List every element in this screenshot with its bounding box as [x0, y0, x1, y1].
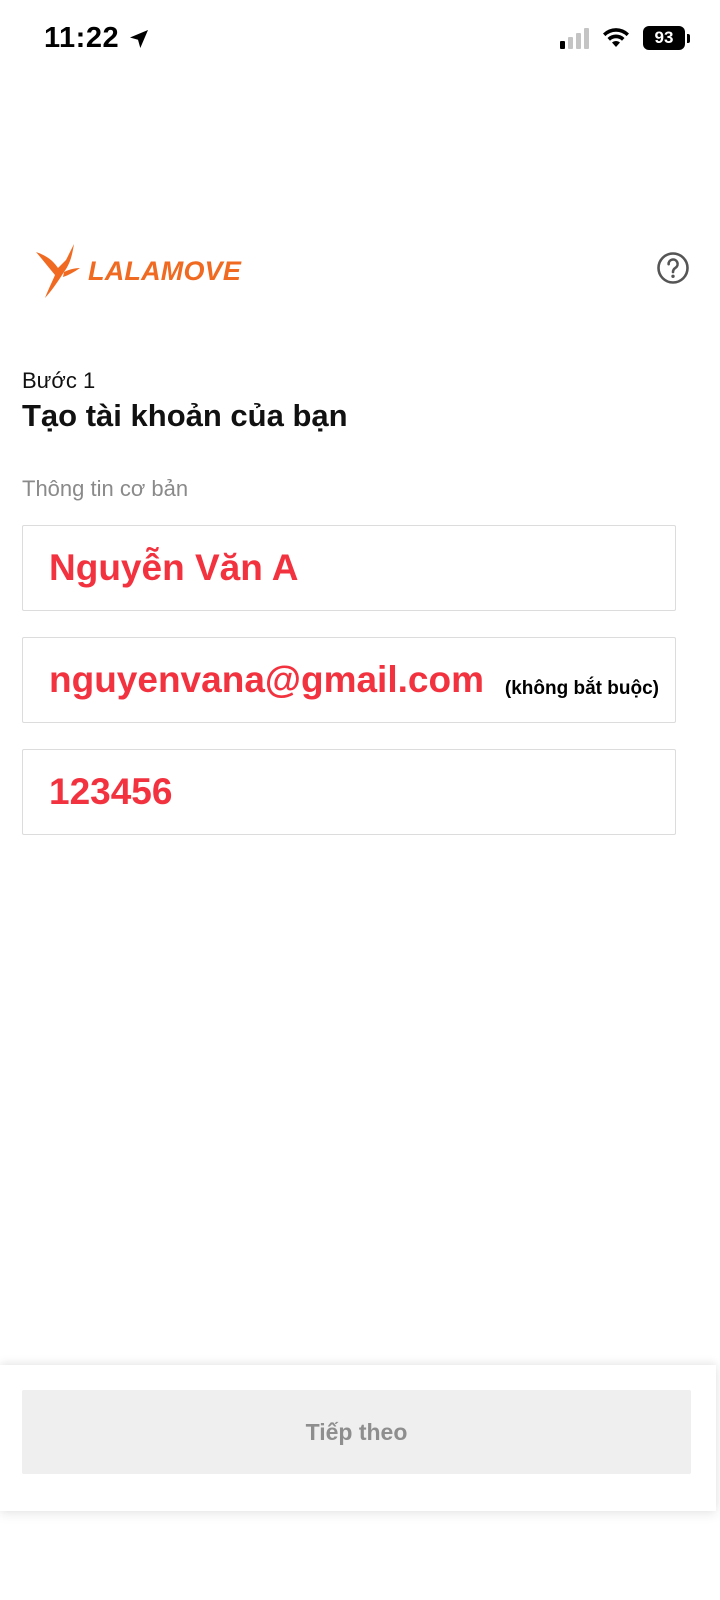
- name-field[interactable]: Nguyễn Văn A: [22, 525, 676, 611]
- page-title: Tạo tài khoản của bạn: [22, 398, 348, 433]
- section-label: Thông tin cơ bản: [22, 476, 189, 501]
- location-arrow-icon: [130, 29, 149, 48]
- logo-text: LALAMOVE: [88, 255, 242, 286]
- lalamove-logo: LALAMOVE: [34, 244, 241, 298]
- lalamove-bird-icon: [36, 244, 80, 298]
- password-field[interactable]: 123456: [22, 749, 676, 835]
- next-button[interactable]: Tiếp theo: [22, 1390, 691, 1474]
- cellular-signal-icon: [560, 27, 589, 49]
- status-time-group: 11:22: [44, 22, 151, 55]
- status-bar: 11:22 93: [0, 0, 720, 80]
- question-circle-icon[interactable]: [656, 251, 690, 285]
- bottom-action-panel: Tiếp theo: [0, 1365, 716, 1511]
- status-time: 11:22: [44, 22, 120, 54]
- email-optional-hint: (không bắt buộc): [504, 678, 659, 699]
- email-field-value: nguyenvana@gmail.com: [49, 659, 484, 700]
- battery-level: 93: [643, 26, 685, 50]
- step-label: Bước 1: [22, 368, 96, 393]
- battery-icon: 93: [643, 26, 690, 50]
- name-field-value: Nguyễn Văn A: [49, 547, 299, 588]
- wifi-icon: [603, 28, 629, 47]
- status-indicators: 93: [560, 26, 690, 50]
- password-field-value: 123456: [49, 771, 173, 812]
- email-field[interactable]: nguyenvana@gmail.com (không bắt buộc): [22, 637, 676, 723]
